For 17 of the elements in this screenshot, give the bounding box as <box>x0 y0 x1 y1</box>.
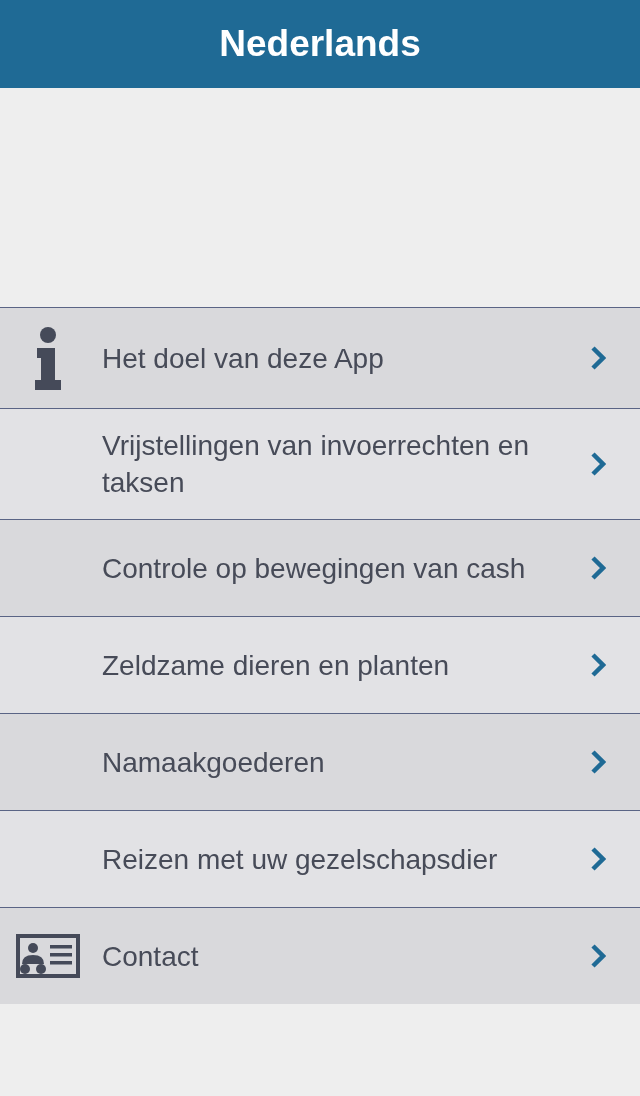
menu-item[interactable]: Het doel van deze App <box>0 307 640 408</box>
menu-item[interactable]: Zeldzame dieren en planten <box>0 616 640 713</box>
info-icon <box>34 326 62 390</box>
chevron-right-icon <box>590 555 606 581</box>
menu-item[interactable]: Reizen met uw gezelschapsdier <box>0 810 640 907</box>
menu-item[interactable]: Namaakgoederen <box>0 713 640 810</box>
header-title: Nederlands <box>219 23 421 65</box>
chevron-right-icon <box>590 846 606 872</box>
menu-item[interactable]: Contact <box>0 907 640 1004</box>
chevron-right-icon <box>590 451 606 477</box>
contact-card-icon <box>16 934 80 978</box>
menu-item[interactable]: Vrijstellingen van invoerrechten en taksen <box>0 408 640 519</box>
chevron-right-icon <box>590 749 606 775</box>
chevron-right-icon <box>590 943 606 969</box>
chevron-right-icon <box>590 652 606 678</box>
menu-item[interactable]: Controle op bewegingen van cash <box>0 519 640 616</box>
chevron-right-icon <box>590 345 606 371</box>
